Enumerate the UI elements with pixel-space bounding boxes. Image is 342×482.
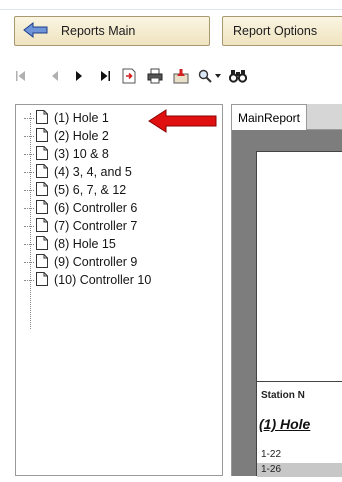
document-icon xyxy=(36,181,48,199)
hole-section-title: (1) Hole xyxy=(259,416,311,432)
tab-main-report[interactable]: MainReport xyxy=(231,104,307,130)
zoom-dropdown-icon[interactable] xyxy=(214,68,222,84)
next-page-icon[interactable] xyxy=(72,68,86,84)
reports-main-label: Reports Main xyxy=(61,24,136,38)
document-icon xyxy=(36,235,48,253)
tree-item-label: (1) Hole 1 xyxy=(54,111,109,125)
reports-main-button[interactable]: Reports Main xyxy=(14,16,210,46)
tree-item-label: (5) 6, 7, & 12 xyxy=(54,183,127,197)
tree-item-hole-1[interactable]: (1) Hole 1 xyxy=(24,109,109,127)
report-navigation-toolbar xyxy=(0,60,342,92)
tab-label: MainReport xyxy=(237,110,301,125)
tree-item-6-7-12[interactable]: (5) 6, 7, & 12 xyxy=(24,181,126,199)
tree-item-label: (4) 3, 4, and 5 xyxy=(54,165,132,179)
tree-item-label: (10) Controller 10 xyxy=(54,273,152,287)
report-tree-panel: (1) Hole 1 (2) Hole 2 (3) 10 & 8 (4) 3, … xyxy=(15,104,223,476)
report-viewer: MainReport Station N (1) Hole 1-22 1-26 xyxy=(229,104,342,477)
report-options-label: Report Options xyxy=(233,24,318,38)
report-row-label: 1-26 xyxy=(261,464,282,475)
document-icon xyxy=(36,109,48,127)
tree-item-hole-15[interactable]: (8) Hole 15 xyxy=(24,235,116,253)
export-icon[interactable] xyxy=(172,68,190,84)
station-column-header: Station N xyxy=(261,390,305,401)
page-divider xyxy=(257,381,342,382)
tree-item-controller-9[interactable]: (9) Controller 9 xyxy=(24,253,137,271)
document-icon xyxy=(36,217,48,235)
previous-page-icon[interactable] xyxy=(48,68,62,84)
document-icon xyxy=(36,199,48,217)
tree-item-label: (8) Hole 15 xyxy=(54,237,116,251)
report-row: 1-22 xyxy=(261,449,282,460)
find-icon[interactable] xyxy=(228,68,248,84)
tree-item-label: (3) 10 & 8 xyxy=(54,147,109,161)
tree-item-label: (2) Hole 2 xyxy=(54,129,109,143)
report-row-highlighted: 1-26 xyxy=(257,463,342,477)
document-icon xyxy=(36,271,48,289)
tree-item-3-4-5[interactable]: (4) 3, 4, and 5 xyxy=(24,163,132,181)
first-page-icon[interactable] xyxy=(14,68,28,84)
tree-item-label: (7) Controller 7 xyxy=(54,219,138,233)
report-page: Station N (1) Hole 1-22 1-26 xyxy=(256,151,342,477)
document-icon xyxy=(36,163,48,181)
tree-item-controller-10[interactable]: (10) Controller 10 xyxy=(24,271,151,289)
print-icon[interactable] xyxy=(146,68,164,84)
tree-item-hole-2[interactable]: (2) Hole 2 xyxy=(24,127,109,145)
tree-item-label: (6) Controller 6 xyxy=(54,201,138,215)
tab-strip xyxy=(307,104,342,130)
report-options-button[interactable]: Report Options xyxy=(222,16,342,46)
tree-item-10-8[interactable]: (3) 10 & 8 xyxy=(24,145,109,163)
document-icon xyxy=(36,253,48,271)
last-page-icon[interactable] xyxy=(98,68,112,84)
document-icon xyxy=(36,145,48,163)
goto-page-icon[interactable] xyxy=(120,68,138,84)
back-arrow-icon xyxy=(23,21,49,41)
top-border xyxy=(0,0,342,10)
tree-item-label: (9) Controller 9 xyxy=(54,255,138,269)
zoom-icon[interactable] xyxy=(197,68,213,84)
tree-item-controller-6[interactable]: (6) Controller 6 xyxy=(24,199,137,217)
tree-item-controller-7[interactable]: (7) Controller 7 xyxy=(24,217,137,235)
document-icon xyxy=(36,127,48,145)
red-annotation-arrow xyxy=(148,109,217,133)
